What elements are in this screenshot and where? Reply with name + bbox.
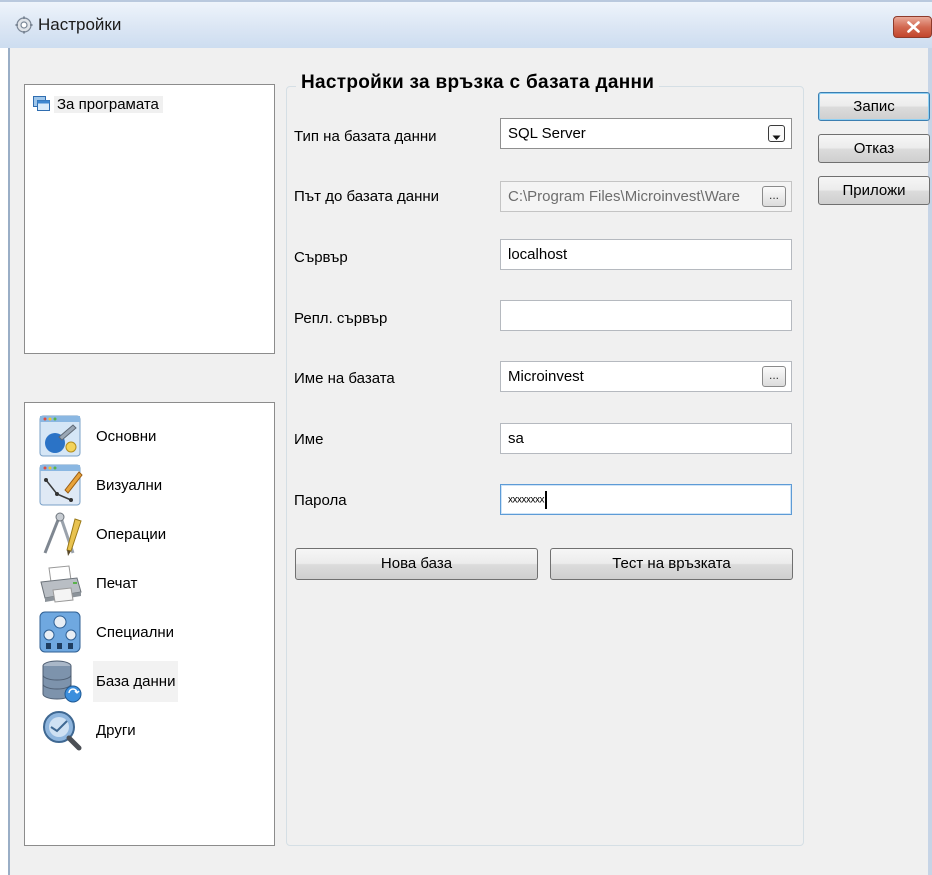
- other-icon: [43, 711, 82, 751]
- user-label: Име: [294, 431, 324, 448]
- nav-label-special: Специални: [96, 623, 175, 641]
- save-button[interactable]: Запис: [818, 92, 930, 121]
- server-label: Сървър: [294, 249, 348, 266]
- password-label: Парола: [294, 492, 347, 509]
- database-icon: [42, 660, 82, 703]
- nav-label-operations: Операции: [96, 525, 167, 543]
- settings-nav-panel[interactable]: Основни Визуални Операции Печат Специалн…: [24, 402, 275, 846]
- gear-icon: [15, 16, 33, 34]
- nav-item-operations[interactable]: Операции: [37, 511, 169, 557]
- db-name-field[interactable]: Microinvest ...: [500, 361, 792, 392]
- db-path-value: C:\Program Files\Microinvest\Ware: [508, 188, 740, 205]
- db-path-field: C:\Program Files\Microinvest\Ware ...: [500, 181, 792, 212]
- new-database-button[interactable]: Нова база: [295, 548, 538, 580]
- nav-label-database: База данни: [93, 660, 179, 702]
- close-button[interactable]: [893, 16, 932, 38]
- db-type-select[interactable]: SQL Server: [500, 118, 792, 149]
- nav-item-general[interactable]: Основни: [37, 413, 159, 459]
- test-connection-button[interactable]: Тест на връзката: [550, 548, 793, 580]
- db-name-label: Име на базата: [294, 370, 395, 387]
- db-path-label: Път до базата данни: [294, 188, 440, 205]
- window-title: Настройки: [38, 15, 122, 34]
- db-name-browse-button[interactable]: ...: [762, 366, 786, 387]
- chevron-down-icon[interactable]: [768, 125, 785, 142]
- close-icon: [907, 21, 920, 33]
- title-bar[interactable]: Настройки: [0, 0, 932, 48]
- db-type-label: Тип на базата данни: [294, 128, 437, 145]
- nav-item-special[interactable]: Специални: [37, 609, 177, 655]
- printer-icon: [40, 565, 82, 603]
- general-settings-icon: [39, 415, 81, 457]
- repl-server-label: Репл. сървър: [294, 310, 388, 327]
- password-value: xxxxxxxx: [508, 494, 545, 506]
- windows-icon: [33, 96, 50, 111]
- special-settings-icon: [39, 611, 81, 653]
- repl-server-input[interactable]: [500, 300, 792, 331]
- nav-item-other[interactable]: Други: [37, 707, 139, 753]
- password-input[interactable]: xxxxxxxx: [500, 484, 792, 515]
- db-settings-title: Настройки за връзка с базата данни: [296, 72, 660, 94]
- nav-label-other: Други: [96, 721, 136, 739]
- db-type-value: SQL Server: [508, 125, 586, 142]
- cancel-button[interactable]: Отказ: [818, 134, 930, 163]
- operations-icon: [43, 512, 82, 556]
- about-tree-panel[interactable]: За програмата: [24, 84, 275, 354]
- nav-item-print[interactable]: Печат: [37, 560, 140, 606]
- nav-label-general: Основни: [96, 427, 157, 445]
- visual-settings-icon: [39, 464, 83, 506]
- tree-item-label: За програмата: [54, 95, 163, 113]
- nav-label-visual: Визуални: [96, 476, 163, 494]
- server-input[interactable]: localhost: [500, 239, 792, 270]
- window-frame-right: [928, 48, 932, 875]
- nav-item-database[interactable]: База данни: [37, 658, 179, 704]
- apply-button[interactable]: Приложи: [818, 176, 930, 205]
- nav-label-print: Печат: [96, 574, 138, 592]
- tree-item-about[interactable]: За програмата: [33, 94, 163, 114]
- dialog-client-area: За програмата Основни Визуални Операции …: [10, 48, 930, 875]
- text-cursor: [545, 491, 547, 510]
- db-name-value: Microinvest: [508, 368, 584, 385]
- nav-item-visual[interactable]: Визуални: [37, 462, 165, 508]
- user-input[interactable]: sa: [500, 423, 792, 454]
- db-path-browse-button: ...: [762, 186, 786, 207]
